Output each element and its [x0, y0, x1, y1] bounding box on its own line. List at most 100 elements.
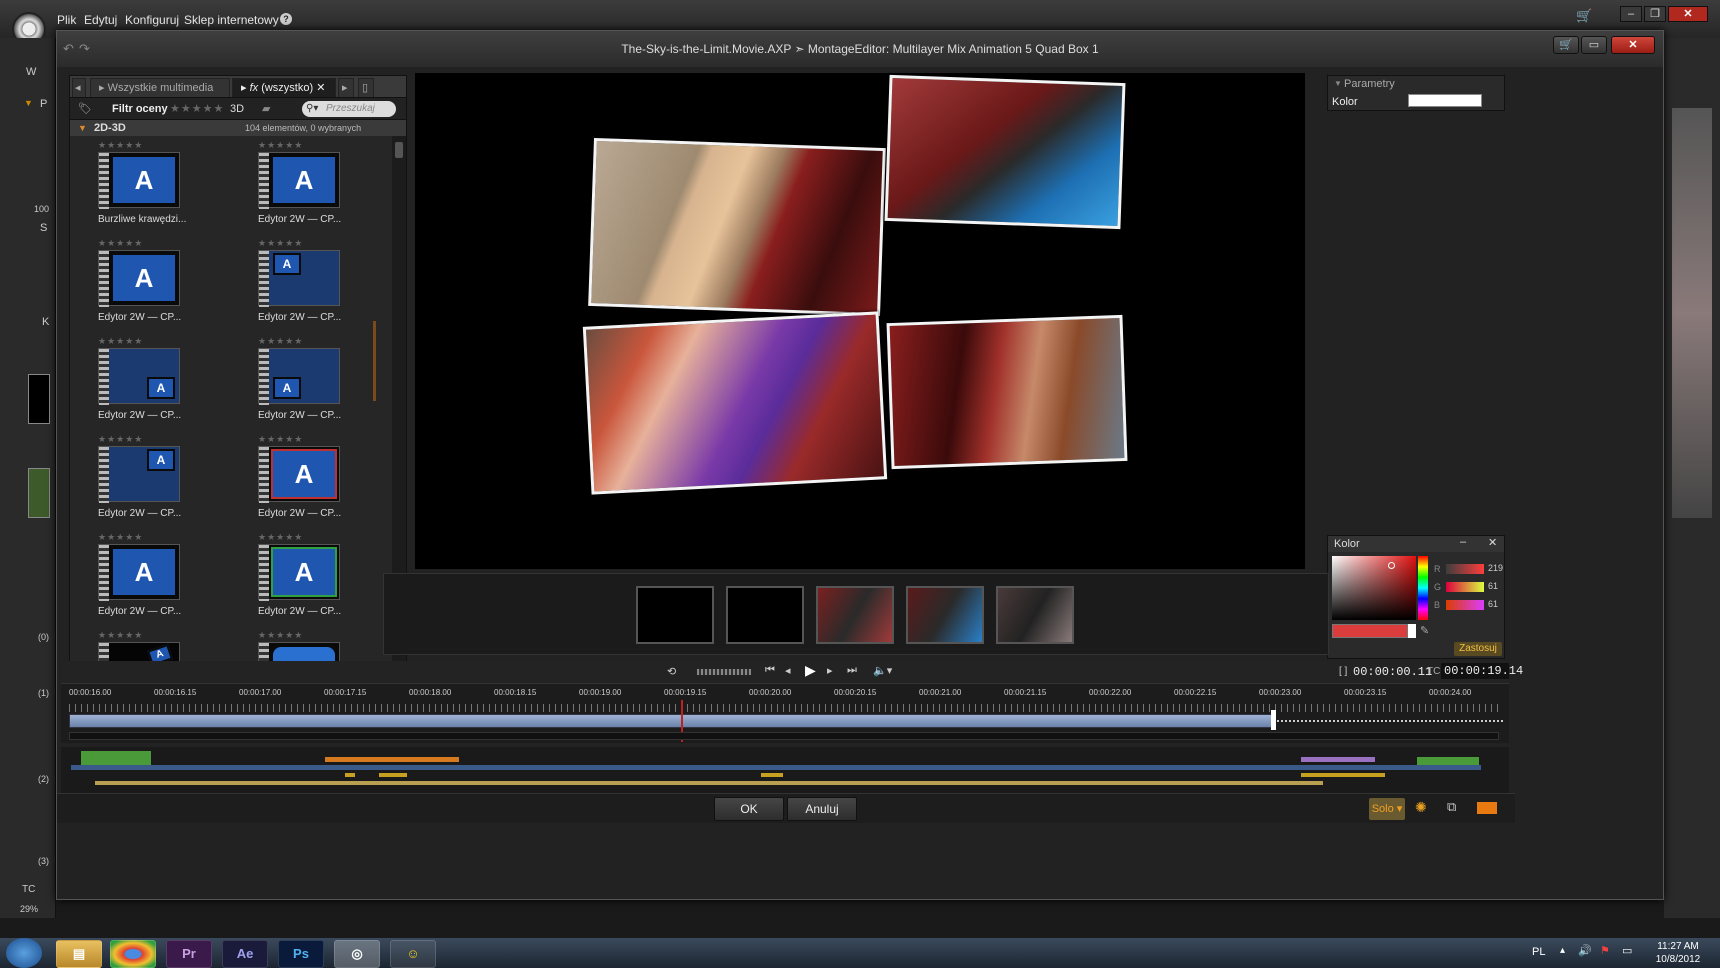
rating-stars[interactable]: ★★★★★ [258, 238, 303, 249]
network-icon[interactable]: ▭ [1622, 944, 1632, 957]
overview-track-2[interactable] [95, 781, 1323, 785]
rating-filter-stars[interactable]: ★★★★★ [170, 98, 224, 120]
tc-value[interactable]: 00:00:19.14 [1441, 663, 1523, 679]
timeline-ruler[interactable]: 00:00:16.00 00:00:16.15 00:00:17.00 00:00:1… [61, 683, 1509, 743]
keyframe-thumb[interactable] [996, 586, 1074, 644]
settings-icon[interactable]: ✺ [1415, 799, 1427, 816]
tab-all-media[interactable]: ▸ Wszystkie multimedia ✕ [90, 78, 230, 113]
overview-clip[interactable] [1301, 757, 1375, 762]
effect-item[interactable]: ★★★★★ A Burzliwe krawędzi... [70, 136, 230, 232]
library-search-input[interactable]: ⚲▾ Przeszukaj [302, 101, 396, 117]
speaker-icon[interactable]: 🔊 [1578, 944, 1592, 957]
effect-item[interactable]: ★★★★★ A Edytor 2W — CP... [230, 528, 390, 624]
minimize-icon[interactable]: – [1620, 6, 1642, 22]
effect-thumbnail[interactable]: A [98, 544, 180, 601]
view-toggle-icon[interactable]: ▰ [262, 98, 270, 120]
clock-time[interactable]: 11:27 AM [1650, 941, 1706, 952]
cancel-button[interactable]: Anuluj [787, 797, 857, 821]
tabs-pin-icon[interactable]: ▯ [358, 78, 374, 97]
overview-clip[interactable] [761, 773, 783, 777]
g-value[interactable]: 61 [1488, 581, 1498, 591]
play-icon[interactable]: ▶ [805, 662, 816, 679]
jog-wheel[interactable] [697, 669, 751, 675]
overview-clip[interactable] [1417, 757, 1479, 765]
timeline-clip-bar[interactable] [69, 714, 1273, 728]
step-forward-icon[interactable]: ▸ [827, 664, 833, 677]
effect-item[interactable]: ★★★★★ A Edytor 2W — CP... [230, 136, 390, 232]
go-start-icon[interactable]: ⏮ [765, 664, 775, 677]
rating-stars[interactable]: ★★★★★ [258, 336, 303, 347]
tag-icon[interactable]: 🏷 [78, 98, 92, 120]
outer-left-thumb[interactable] [28, 374, 50, 424]
r-slider[interactable] [1446, 564, 1484, 574]
hue-slider[interactable] [1418, 556, 1428, 620]
b-value[interactable]: 61 [1488, 599, 1498, 609]
library-scroll-thumb[interactable] [395, 142, 403, 158]
help-icon[interactable]: ? [280, 13, 292, 25]
overview-clip[interactable] [379, 773, 407, 777]
overview-clip[interactable] [345, 773, 355, 777]
color-panel-close-icon[interactable]: ✕ [1488, 536, 1497, 549]
premiere-icon[interactable]: Pr [166, 940, 212, 968]
rating-stars[interactable]: ★★★★★ [98, 336, 143, 347]
effect-thumbnail[interactable]: A [98, 250, 180, 307]
out-marker[interactable] [1271, 710, 1276, 730]
keyframe-thumb[interactable] [726, 586, 804, 644]
rating-stars[interactable]: ★★★★★ [258, 630, 303, 641]
tab-fx[interactable]: ▸ fx (wszystko) ✕ [232, 78, 336, 97]
effect-item[interactable]: ★★★★★ A Edytor 2W — CP... [70, 234, 230, 330]
menu-edytuj[interactable]: Edytuj [84, 13, 117, 27]
rating-stars[interactable]: ★★★★★ [258, 532, 303, 543]
flag-icon[interactable]: ⚑ [1600, 944, 1610, 957]
color-panel-minimize-icon[interactable]: – [1460, 536, 1466, 548]
rating-stars[interactable]: ★★★★★ [98, 140, 143, 151]
keyframe-thumb[interactable] [906, 586, 984, 644]
eyedropper-icon[interactable]: ✎ [1420, 624, 1429, 637]
step-back-icon[interactable]: ◂ [785, 664, 791, 677]
effect-item[interactable]: ★★★★★ A Edytor 2W — CP... [230, 234, 390, 330]
panel-splitter[interactable] [373, 321, 376, 401]
dialog-maximize-icon[interactable]: ▭ [1581, 36, 1607, 54]
tabs-forward-icon[interactable]: ▸ [338, 78, 354, 97]
fullscreen-icon[interactable]: ⧉ [1447, 799, 1456, 815]
collapse-icon[interactable]: ▼ [24, 98, 33, 108]
volume-icon[interactable]: 🔈▾ [873, 664, 892, 677]
keyframe-thumb[interactable] [816, 586, 894, 644]
tray-arrow-icon[interactable]: ▴ [1560, 945, 1565, 956]
effect-thumbnail[interactable]: A [258, 544, 340, 601]
after-effects-icon[interactable]: Ae [222, 940, 268, 968]
rating-stars[interactable]: ★★★★★ [98, 434, 143, 445]
group-collapse-icon[interactable]: ▼ [78, 120, 87, 136]
effect-thumbnail[interactable]: A [258, 446, 340, 503]
close-icon[interactable]: ✕ [1668, 6, 1708, 22]
effect-item[interactable]: ★★★★★ A Edytor 2W — CP... [70, 332, 230, 428]
g-slider[interactable] [1446, 582, 1484, 592]
go-end-icon[interactable]: ⏭ [847, 664, 857, 677]
explorer-icon[interactable]: ▤ [56, 940, 102, 968]
params-collapse-icon[interactable]: ▼ [1334, 79, 1342, 88]
rating-stars[interactable]: ★★★★★ [258, 434, 303, 445]
effect-item[interactable]: ★★★★★ A Edytor 2W — CP... [70, 430, 230, 526]
rating-stars[interactable]: ★★★★★ [98, 238, 143, 249]
effect-item[interactable]: ★★★★★ A Edytor 2W — CP... [230, 430, 390, 526]
rating-stars[interactable]: ★★★★★ [98, 630, 143, 641]
overview-clip[interactable] [325, 757, 459, 762]
effect-thumbnail[interactable]: A [258, 348, 340, 405]
tabs-back-icon[interactable]: ◂ [72, 78, 86, 97]
rating-stars[interactable]: ★★★★★ [258, 140, 303, 151]
chrome-icon[interactable] [110, 940, 156, 968]
color-swatch-button[interactable] [1408, 94, 1482, 107]
outer-left-thumb-2[interactable] [28, 468, 50, 518]
effect-thumbnail[interactable]: A [98, 446, 180, 503]
position-time[interactable]: 00:00:00.11 [1353, 665, 1432, 679]
start-button[interactable] [6, 938, 42, 968]
timeline-scrollbar[interactable] [69, 732, 1499, 740]
cart-icon[interactable]: 🛒 [1576, 8, 1592, 24]
keyframe-thumb[interactable] [636, 586, 714, 644]
ok-button[interactable]: OK [714, 797, 784, 821]
solo-button[interactable]: Solo ▾ [1369, 798, 1405, 820]
overview-clip[interactable] [1301, 773, 1385, 777]
dialog-close-icon[interactable]: ✕ [1611, 36, 1655, 54]
smiley-app-icon[interactable]: ☺ [390, 940, 436, 968]
effect-thumbnail[interactable]: A [98, 152, 180, 209]
